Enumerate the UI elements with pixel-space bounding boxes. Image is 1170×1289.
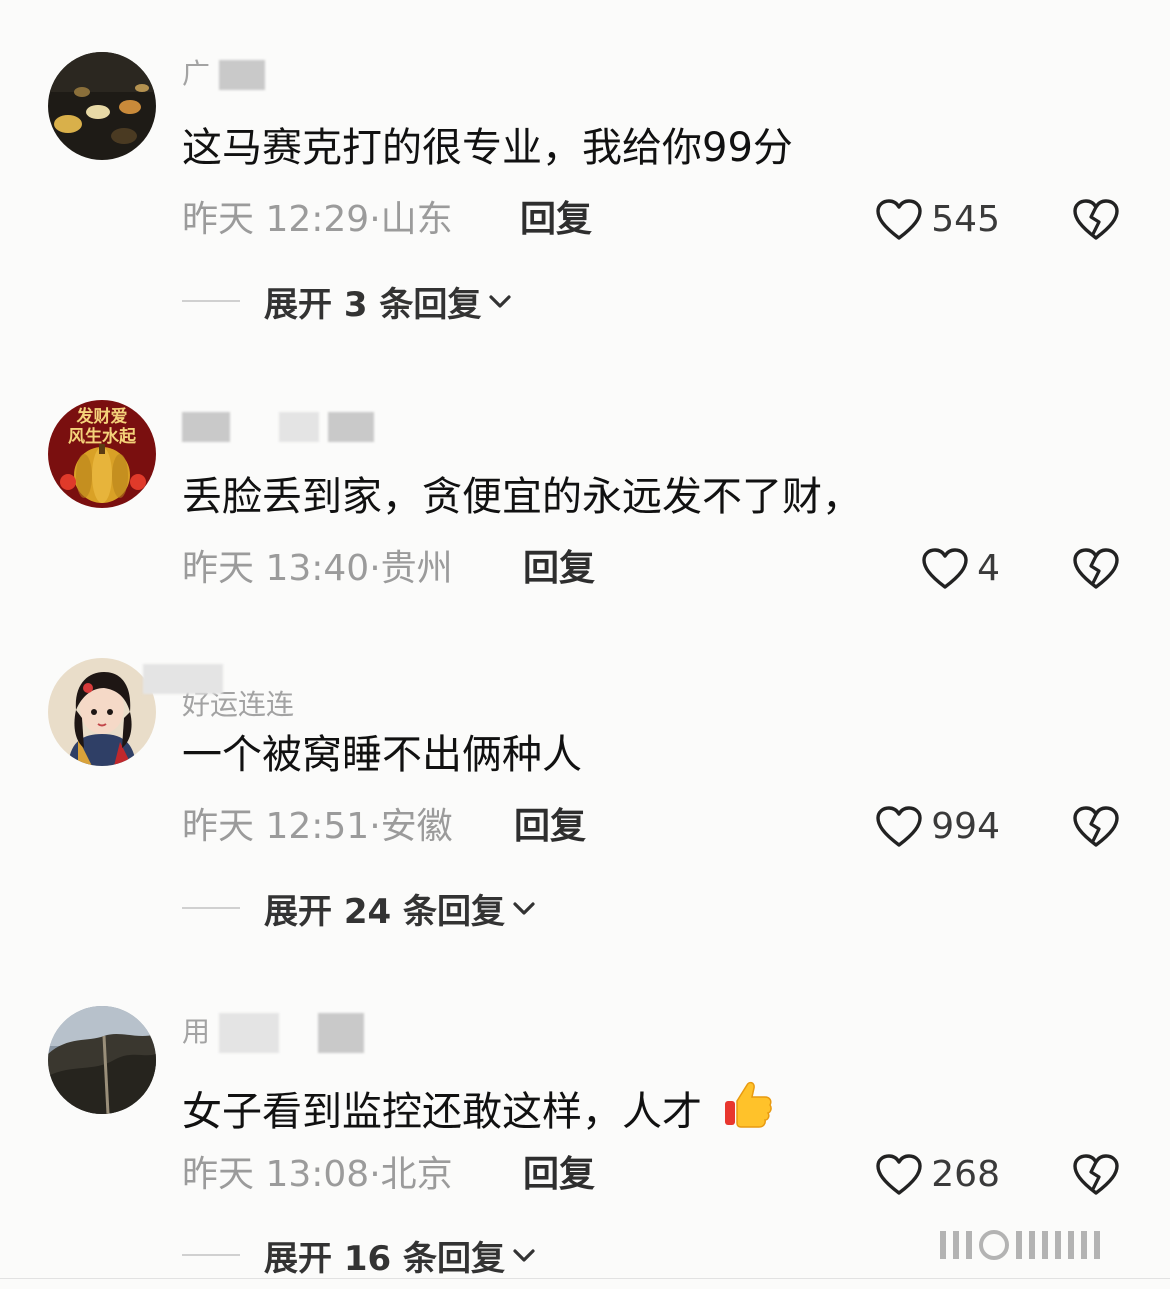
expand-replies-button[interactable]: 展开 16 条回复 xyxy=(182,1232,537,1279)
dislike-button[interactable] xyxy=(1072,1152,1120,1198)
dislike-button[interactable] xyxy=(1072,197,1120,243)
expand-replies-label: 展开 24 条回复 xyxy=(264,891,505,932)
like-count: 994 xyxy=(931,806,1000,847)
expand-replies-button[interactable]: 展开 24 条回复 xyxy=(182,885,537,932)
username[interactable] xyxy=(182,406,374,446)
username-mosaic xyxy=(218,1013,279,1053)
svg-text:风生水起: 风生水起 xyxy=(68,426,137,447)
comment-text: 丢脸丢到家，贪便宜的永远发不了财， xyxy=(182,474,862,520)
dislike-button[interactable] xyxy=(1072,546,1120,592)
comment-time: 昨天 12:29 xyxy=(182,199,370,240)
avatar[interactable] xyxy=(48,658,156,766)
comment-text: 一个被窝睡不出俩种人 xyxy=(182,732,582,778)
svg-text:发财爱: 发财爱 xyxy=(76,406,128,427)
comment-location: 山东 xyxy=(380,199,453,240)
heart-outline-icon xyxy=(876,806,922,847)
reply-button[interactable]: 回复 xyxy=(523,546,595,592)
broken-heart-icon xyxy=(1073,806,1119,847)
username-mosaic xyxy=(317,1013,364,1053)
heart-outline-icon xyxy=(876,199,922,240)
comment-meta: 昨天 13:40·贵州 xyxy=(182,548,453,589)
avatar[interactable] xyxy=(48,52,156,160)
comment-meta: 昨天 12:51·安徽 xyxy=(182,806,453,847)
avatar[interactable]: 发财爱 风生水起 xyxy=(48,400,156,508)
username-text: 用 xyxy=(182,1015,211,1048)
chevron-down-icon xyxy=(513,902,535,915)
comment-location: 安徽 xyxy=(380,806,453,847)
username[interactable]: 广 xyxy=(182,54,265,94)
reply-button[interactable]: 回复 xyxy=(514,804,586,850)
like-count: 545 xyxy=(931,199,1000,240)
like-button[interactable]: 994 xyxy=(875,804,1000,850)
comment-time: 昨天 13:40 xyxy=(182,548,370,589)
comment-location: 北京 xyxy=(380,1154,453,1195)
divider xyxy=(182,300,240,302)
like-button[interactable]: 4 xyxy=(921,546,1000,592)
username-mosaic xyxy=(278,412,319,442)
expand-replies-button[interactable]: 展开 3 条回复 xyxy=(182,278,513,325)
comment-text: 女子看到监控还敢这样，人才 xyxy=(182,1077,775,1138)
thumbs-up-emoji xyxy=(724,1081,772,1128)
username[interactable]: 好运连连 xyxy=(142,664,294,721)
like-count: 4 xyxy=(977,548,1000,589)
chevron-down-icon xyxy=(513,1249,535,1262)
expand-replies-label: 展开 3 条回复 xyxy=(264,284,482,325)
chevron-down-icon xyxy=(489,295,511,308)
like-button[interactable]: 545 xyxy=(875,197,1000,243)
expand-replies-label: 展开 16 条回复 xyxy=(264,1238,505,1279)
heart-outline-icon xyxy=(922,548,968,589)
heart-outline-icon xyxy=(876,1154,922,1195)
like-button[interactable]: 268 xyxy=(875,1152,1000,1198)
divider xyxy=(182,1254,240,1256)
username-mosaic xyxy=(182,412,230,442)
username-mosaic xyxy=(218,60,265,90)
comment-meta: 昨天 12:29·山东 xyxy=(182,199,453,240)
username-mosaic xyxy=(327,412,374,442)
username[interactable]: 用 xyxy=(182,1012,364,1053)
comment-time: 昨天 13:08 xyxy=(182,1154,370,1195)
broken-heart-icon xyxy=(1073,199,1119,240)
comment-text: 这马赛克打的很专业，我给你99分 xyxy=(182,125,793,171)
username-mosaic xyxy=(142,664,223,694)
comment-text-content: 女子看到监控还敢这样，人才 xyxy=(182,1089,702,1135)
broken-heart-icon xyxy=(1073,1154,1119,1195)
comment-time: 昨天 12:51 xyxy=(182,806,370,847)
like-count: 268 xyxy=(931,1154,1000,1195)
bottom-divider xyxy=(0,1278,1170,1279)
dislike-button[interactable] xyxy=(1072,804,1120,850)
reply-button[interactable]: 回复 xyxy=(523,1152,595,1198)
avatar[interactable] xyxy=(48,1006,156,1114)
comment-meta: 昨天 13:08·北京 xyxy=(182,1154,453,1195)
broken-heart-icon xyxy=(1073,548,1119,589)
divider xyxy=(182,907,240,909)
username-text: 广 xyxy=(182,57,211,90)
comment-location: 贵州 xyxy=(380,548,453,589)
reply-button[interactable]: 回复 xyxy=(520,197,592,243)
watermark xyxy=(940,1230,1100,1260)
